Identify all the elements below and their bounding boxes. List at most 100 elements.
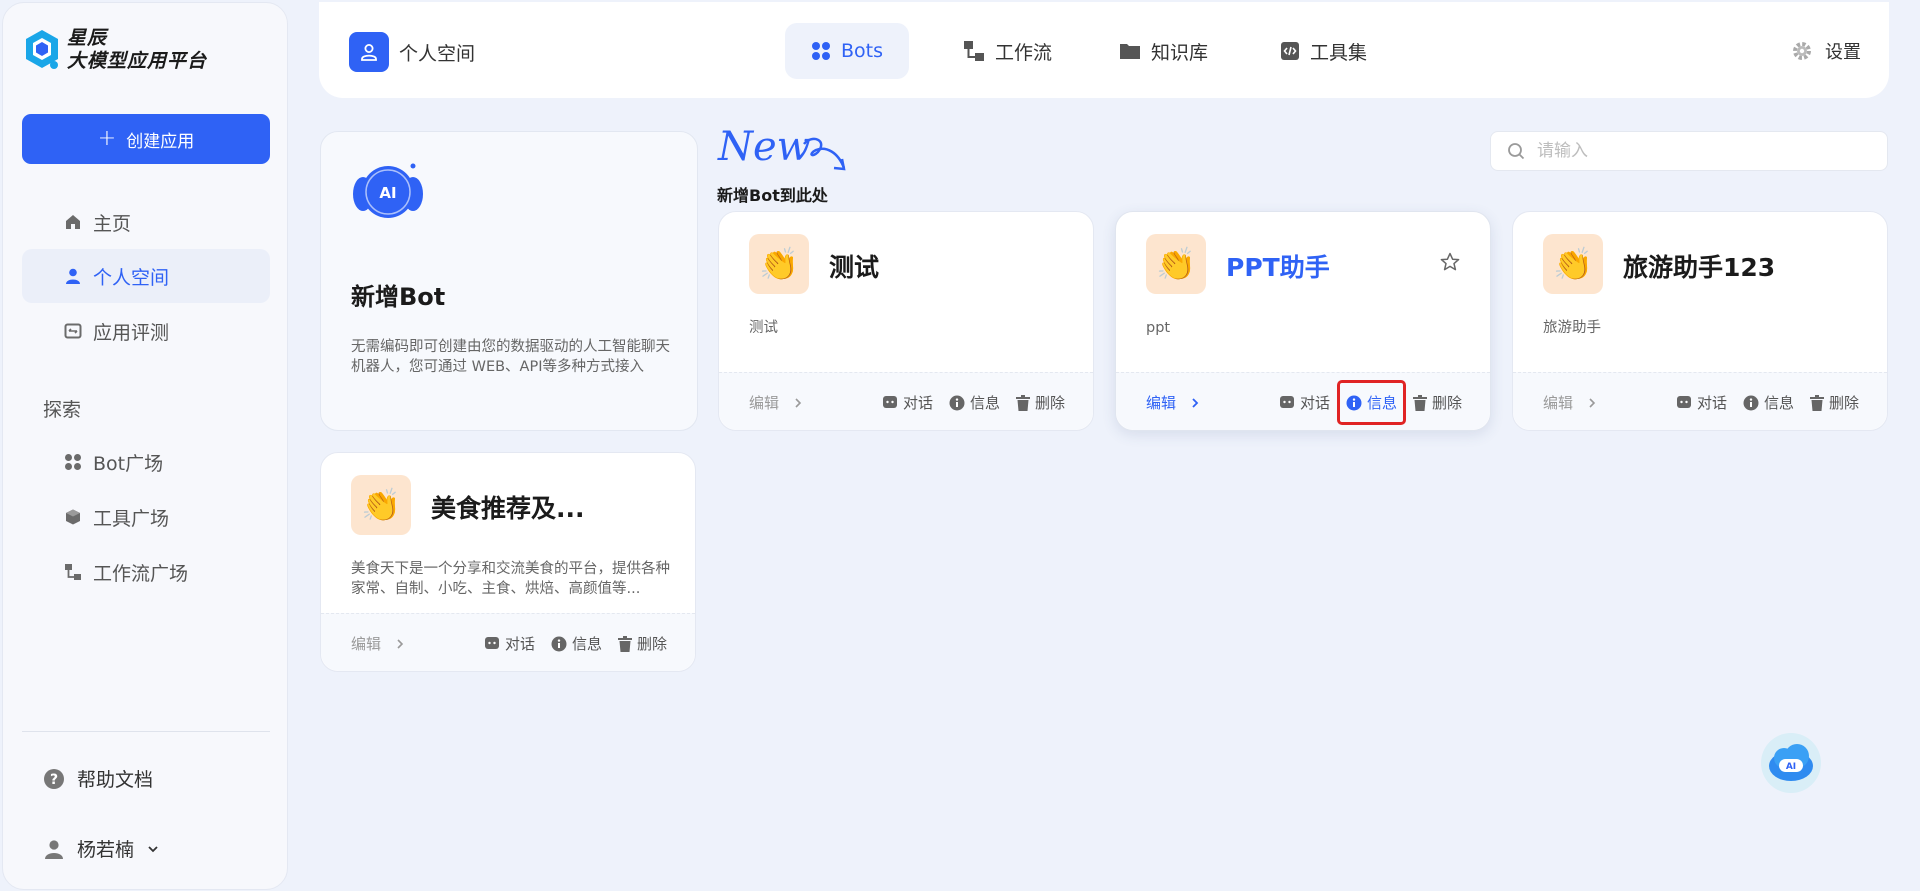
sidebar-item-bot-square[interactable]: Bot广场 bbox=[22, 435, 270, 489]
sidebar-item-label: 应用评测 bbox=[93, 321, 170, 344]
info-label: 信息 bbox=[1366, 394, 1397, 412]
tab-label: 工作流 bbox=[995, 41, 1053, 64]
clapping-hands-icon: 👏 bbox=[759, 245, 799, 283]
bot-name: 测试 bbox=[829, 253, 880, 282]
chat-button[interactable]: 对话 bbox=[1279, 392, 1330, 413]
bot-avatar: 👏 bbox=[749, 234, 809, 294]
edit-button[interactable]: 编辑 bbox=[1543, 392, 1597, 413]
chat-button[interactable]: 对话 bbox=[882, 392, 933, 413]
brand-line1: 星辰 bbox=[67, 27, 108, 49]
trash-icon bbox=[1809, 394, 1824, 411]
tab-toolset[interactable]: 工具集 bbox=[1254, 23, 1393, 79]
ai-assistant-float-icon[interactable]: AI bbox=[1760, 732, 1822, 794]
info-button[interactable]: 信息 bbox=[1743, 392, 1794, 413]
delete-button[interactable]: 删除 bbox=[617, 633, 667, 654]
evaluation-icon bbox=[64, 323, 82, 339]
edit-button[interactable]: 编辑 bbox=[749, 392, 803, 413]
info-button[interactable]: 信息 bbox=[551, 633, 602, 654]
ai-label: AI bbox=[379, 184, 396, 202]
sidebar-item-personal-space[interactable]: 个人空间 bbox=[22, 249, 270, 303]
new-bot-description: 无需编码即可创建由您的数据驱动的人工智能聊天机器人，您可通过 WEB、API等多… bbox=[351, 339, 670, 375]
edit-label: 编辑 bbox=[1146, 394, 1177, 412]
bot-name: 旅游助手123 bbox=[1623, 253, 1776, 282]
sidebar-item-label: 主页 bbox=[93, 212, 132, 235]
bot-avatar: 👏 bbox=[1543, 234, 1603, 294]
new-badge-word: New bbox=[717, 124, 811, 170]
bot-card-food-recommendation[interactable]: 👏 美食推荐及... 美食天下是一个分享和交流美食的平台，提供各种家常、自制、小… bbox=[320, 452, 696, 672]
brand-line2: 大模型应用平台 bbox=[67, 50, 208, 72]
tab-knowledge-base[interactable]: 知识库 bbox=[1093, 23, 1234, 79]
edit-button[interactable]: 编辑 bbox=[351, 633, 405, 654]
plus-icon: + bbox=[97, 126, 117, 151]
create-app-label: 创建应用 bbox=[126, 131, 195, 152]
bot-description: 美食天下是一个分享和交流美食的平台，提供各种家常、自制、小吃、主食、烘焙、高颜值… bbox=[351, 561, 670, 597]
info-label: 信息 bbox=[969, 394, 1000, 412]
delete-button[interactable]: 删除 bbox=[1412, 392, 1462, 413]
sidebar-item-label: 工具广场 bbox=[93, 507, 170, 530]
tab-workflow[interactable]: 工作流 bbox=[937, 23, 1078, 79]
bot-avatar: 👏 bbox=[351, 475, 411, 535]
personal-space-label: 个人空间 bbox=[399, 42, 476, 65]
sidebar-item-evaluation[interactable]: 应用评测 bbox=[22, 304, 270, 358]
sidebar-item-home[interactable]: 主页 bbox=[22, 195, 270, 249]
bot-avatar: 👏 bbox=[1146, 234, 1206, 294]
bot-card-travel-assistant[interactable]: 👏 旅游助手123 旅游助手 编辑 对话 信息 删除 bbox=[1512, 211, 1888, 431]
edit-button[interactable]: 编辑 bbox=[1146, 392, 1200, 413]
trash-icon bbox=[1015, 394, 1030, 411]
search-input[interactable] bbox=[1537, 141, 1857, 161]
settings-button[interactable]: 设置 bbox=[1791, 38, 1861, 64]
help-docs-link[interactable]: ? 帮助文档 bbox=[43, 765, 153, 792]
info-label: 信息 bbox=[571, 635, 602, 653]
code-icon bbox=[1281, 42, 1299, 60]
clapping-hands-icon: 👏 bbox=[1553, 245, 1593, 283]
help-icon: ? bbox=[44, 768, 64, 789]
sidebar-item-label: 个人空间 bbox=[93, 266, 170, 289]
settings-label: 设置 bbox=[1825, 42, 1861, 63]
chevron-right-icon bbox=[795, 397, 802, 408]
chat-button[interactable]: 对话 bbox=[484, 633, 535, 654]
info-button[interactable]: 信息 bbox=[1336, 380, 1406, 425]
edit-label: 编辑 bbox=[351, 635, 382, 653]
card-divider bbox=[719, 372, 1093, 373]
chat-button[interactable]: 对话 bbox=[1676, 392, 1727, 413]
info-icon bbox=[1743, 395, 1759, 410]
sidebar-item-tool-square[interactable]: 工具广场 bbox=[22, 490, 270, 544]
sidebar-item-workflow-square[interactable]: 工作流广场 bbox=[22, 545, 270, 599]
search-box[interactable] bbox=[1490, 131, 1888, 171]
sidebar: 星辰 大模型应用平台 + 创建应用 主页 个人空间 应用评测 探索 Bot广场 … bbox=[2, 2, 288, 890]
edit-label: 编辑 bbox=[1543, 394, 1574, 412]
chevron-right-icon bbox=[397, 638, 404, 649]
grid-icon bbox=[65, 454, 81, 470]
svg-text:?: ? bbox=[50, 772, 58, 788]
bot-card-ppt-assistant[interactable]: 👏 PPT助手 ppt 编辑 对话 信息 删除 bbox=[1115, 211, 1491, 431]
star-icon[interactable] bbox=[1440, 252, 1460, 272]
tab-bots[interactable]: Bots bbox=[785, 23, 910, 79]
tab-label: 工具集 bbox=[1310, 41, 1368, 64]
sidebar-divider bbox=[22, 731, 270, 732]
info-button[interactable]: 信息 bbox=[949, 392, 1000, 413]
trash-icon bbox=[1412, 394, 1427, 411]
bot-name: 美食推荐及... bbox=[431, 494, 585, 523]
chat-label: 对话 bbox=[1696, 394, 1727, 412]
edit-label: 编辑 bbox=[749, 394, 780, 412]
search-icon bbox=[1508, 143, 1525, 160]
delete-button[interactable]: 删除 bbox=[1015, 392, 1065, 413]
bot-card-test[interactable]: 👏 测试 测试 编辑 对话 信息 删除 bbox=[718, 211, 1094, 431]
user-menu[interactable]: 杨若楠 bbox=[43, 835, 160, 862]
delete-button[interactable]: 删除 bbox=[1809, 392, 1859, 413]
new-bot-card[interactable]: AI 新增Bot 无需编码即可创建由您的数据驱动的人工智能聊天机器人，您可通过 … bbox=[320, 131, 698, 431]
personal-space-switcher[interactable]: 个人空间 bbox=[349, 32, 475, 72]
brand-logo[interactable]: 星辰 大模型应用平台 bbox=[23, 27, 207, 73]
card-divider bbox=[1513, 372, 1887, 373]
chat-icon bbox=[882, 396, 897, 408]
info-icon bbox=[949, 395, 965, 410]
user-name: 杨若楠 bbox=[77, 839, 135, 861]
bot-description: 测试 bbox=[749, 320, 778, 336]
chat-label: 对话 bbox=[902, 394, 933, 412]
ai-label: AI bbox=[1786, 762, 1796, 772]
create-app-button[interactable]: + 创建应用 bbox=[22, 114, 270, 164]
chat-icon bbox=[1676, 396, 1691, 408]
info-label: 信息 bbox=[1763, 394, 1794, 412]
chevron-down-icon bbox=[148, 845, 158, 852]
bot-description: ppt bbox=[1146, 320, 1171, 336]
